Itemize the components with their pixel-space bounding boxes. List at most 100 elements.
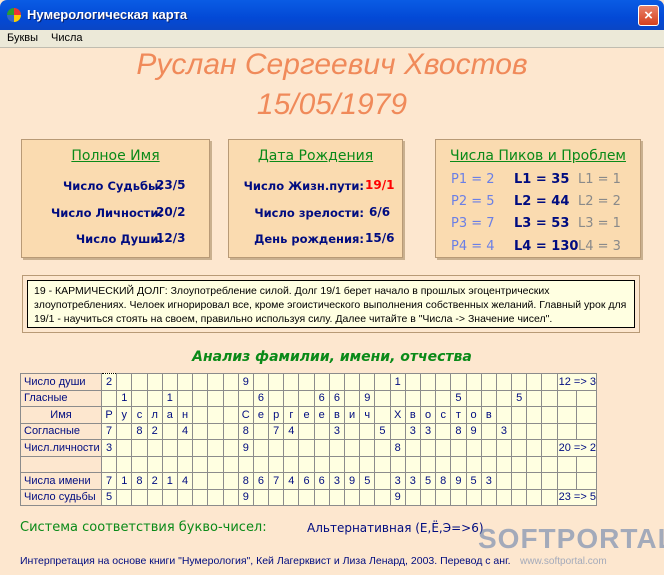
grid-cell[interactable]: е [313,406,330,424]
grid-cell[interactable] [222,455,239,473]
grid-cell[interactable] [268,373,285,391]
grid-cell[interactable] [435,455,452,473]
grid-cell[interactable]: 5 [450,389,467,407]
grid-cell[interactable] [146,488,163,506]
grid-cell[interactable] [480,439,497,457]
grid-cell[interactable]: е [252,406,270,424]
grid-cell[interactable]: 8 [131,472,148,490]
grid-cell[interactable] [207,455,224,473]
grid-cell[interactable] [298,373,315,391]
grid-cell[interactable]: 8 [435,472,452,490]
grid-cell[interactable] [450,455,467,473]
grid-cell[interactable]: 9 [237,373,254,391]
grid-cell[interactable] [576,472,597,490]
grid-cell[interactable] [450,373,467,391]
grid-cell[interactable] [131,389,148,407]
grid-cell[interactable] [176,373,194,391]
grid-cell[interactable]: в [480,406,497,424]
grid-cell[interactable]: 23 => 5 [556,488,597,506]
grid-cell[interactable] [298,439,315,457]
grid-cell[interactable]: 7 [268,472,285,490]
grid-cell[interactable]: н [176,406,194,424]
grid-cell[interactable] [435,439,452,457]
grid-cell[interactable] [298,455,315,473]
grid-cell[interactable]: 9 [465,422,482,440]
grid-cell[interactable] [192,373,209,391]
grid-cell[interactable] [435,422,452,440]
grid-cell[interactable] [161,455,178,473]
grid-cell[interactable]: 6 [252,472,270,490]
grid-cell[interactable] [526,455,543,473]
grid-cell[interactable] [359,439,376,457]
grid-cell[interactable] [313,373,330,391]
grid-cell[interactable] [192,455,209,473]
grid-cell[interactable]: 5 [419,472,437,490]
grid-cell[interactable] [283,439,300,457]
grid-cell[interactable] [576,422,597,440]
grid-cell[interactable] [207,406,224,424]
grid-cell[interactable] [252,373,270,391]
grid-cell[interactable] [374,455,391,473]
grid-cell[interactable]: 2 [146,422,163,440]
grid-cell[interactable] [541,422,558,440]
grid-cell[interactable] [161,373,178,391]
grid-cell[interactable]: 3 [100,439,118,457]
grid-cell[interactable] [268,389,285,407]
grid-cell[interactable] [252,439,270,457]
grid-cell[interactable]: 1 [116,389,133,407]
grid-cell[interactable] [268,488,285,506]
grid-cell[interactable] [116,455,133,473]
grid-cell[interactable] [313,439,330,457]
grid-cell[interactable]: 9 [389,488,406,506]
grid-cell[interactable] [541,472,558,490]
grid-cell[interactable] [207,472,224,490]
grid-cell[interactable]: р [268,406,285,424]
grid-cell[interactable] [146,455,163,473]
grid-cell[interactable]: 8 [237,472,254,490]
grid-cell[interactable] [419,455,437,473]
grid-cell[interactable]: г [283,406,300,424]
grid-cell[interactable] [237,389,254,407]
grid-cell[interactable] [465,439,482,457]
grid-cell[interactable]: 8 [389,439,406,457]
grid-cell[interactable] [435,488,452,506]
menu-numbers[interactable]: Числа [51,32,83,44]
close-button[interactable]: × [638,5,659,26]
grid-cell[interactable] [419,373,437,391]
grid-cell[interactable]: 5 [374,422,391,440]
grid-cell[interactable] [131,488,148,506]
grid-cell[interactable]: 6 [252,389,270,407]
grid-cell[interactable] [222,488,239,506]
grid-cell[interactable] [556,389,578,407]
grid-cell[interactable] [480,488,497,506]
grid-cell[interactable]: 20 => 2 [556,439,597,457]
grid-cell[interactable] [328,455,346,473]
grid-cell[interactable]: 8 [450,422,467,440]
grid-cell[interactable] [374,389,391,407]
grid-cell[interactable] [404,373,421,391]
grid-cell[interactable] [526,472,543,490]
grid-cell[interactable] [389,422,406,440]
grid-cell[interactable] [328,488,346,506]
grid-cell[interactable] [526,389,543,407]
grid-cell[interactable]: С [237,406,254,424]
grid-cell[interactable] [541,406,558,424]
grid-cell[interactable]: 4 [283,422,300,440]
grid-cell[interactable] [146,439,163,457]
grid-cell[interactable] [359,373,376,391]
grid-cell[interactable] [450,488,467,506]
grid-cell[interactable] [328,439,346,457]
grid-cell[interactable] [192,439,209,457]
grid-cell[interactable]: ч [359,406,376,424]
grid-cell[interactable] [404,455,421,473]
grid-cell[interactable]: 5 [465,472,482,490]
grid-cell[interactable]: 1 [161,389,178,407]
grid-cell[interactable] [131,373,148,391]
grid-cell[interactable]: а [161,406,178,424]
grid-cell[interactable] [283,455,300,473]
grid-cell[interactable] [222,406,239,424]
grid-cell[interactable] [511,488,528,506]
grid-cell[interactable] [495,472,513,490]
grid-cell[interactable] [495,406,513,424]
grid-cell[interactable] [359,488,376,506]
